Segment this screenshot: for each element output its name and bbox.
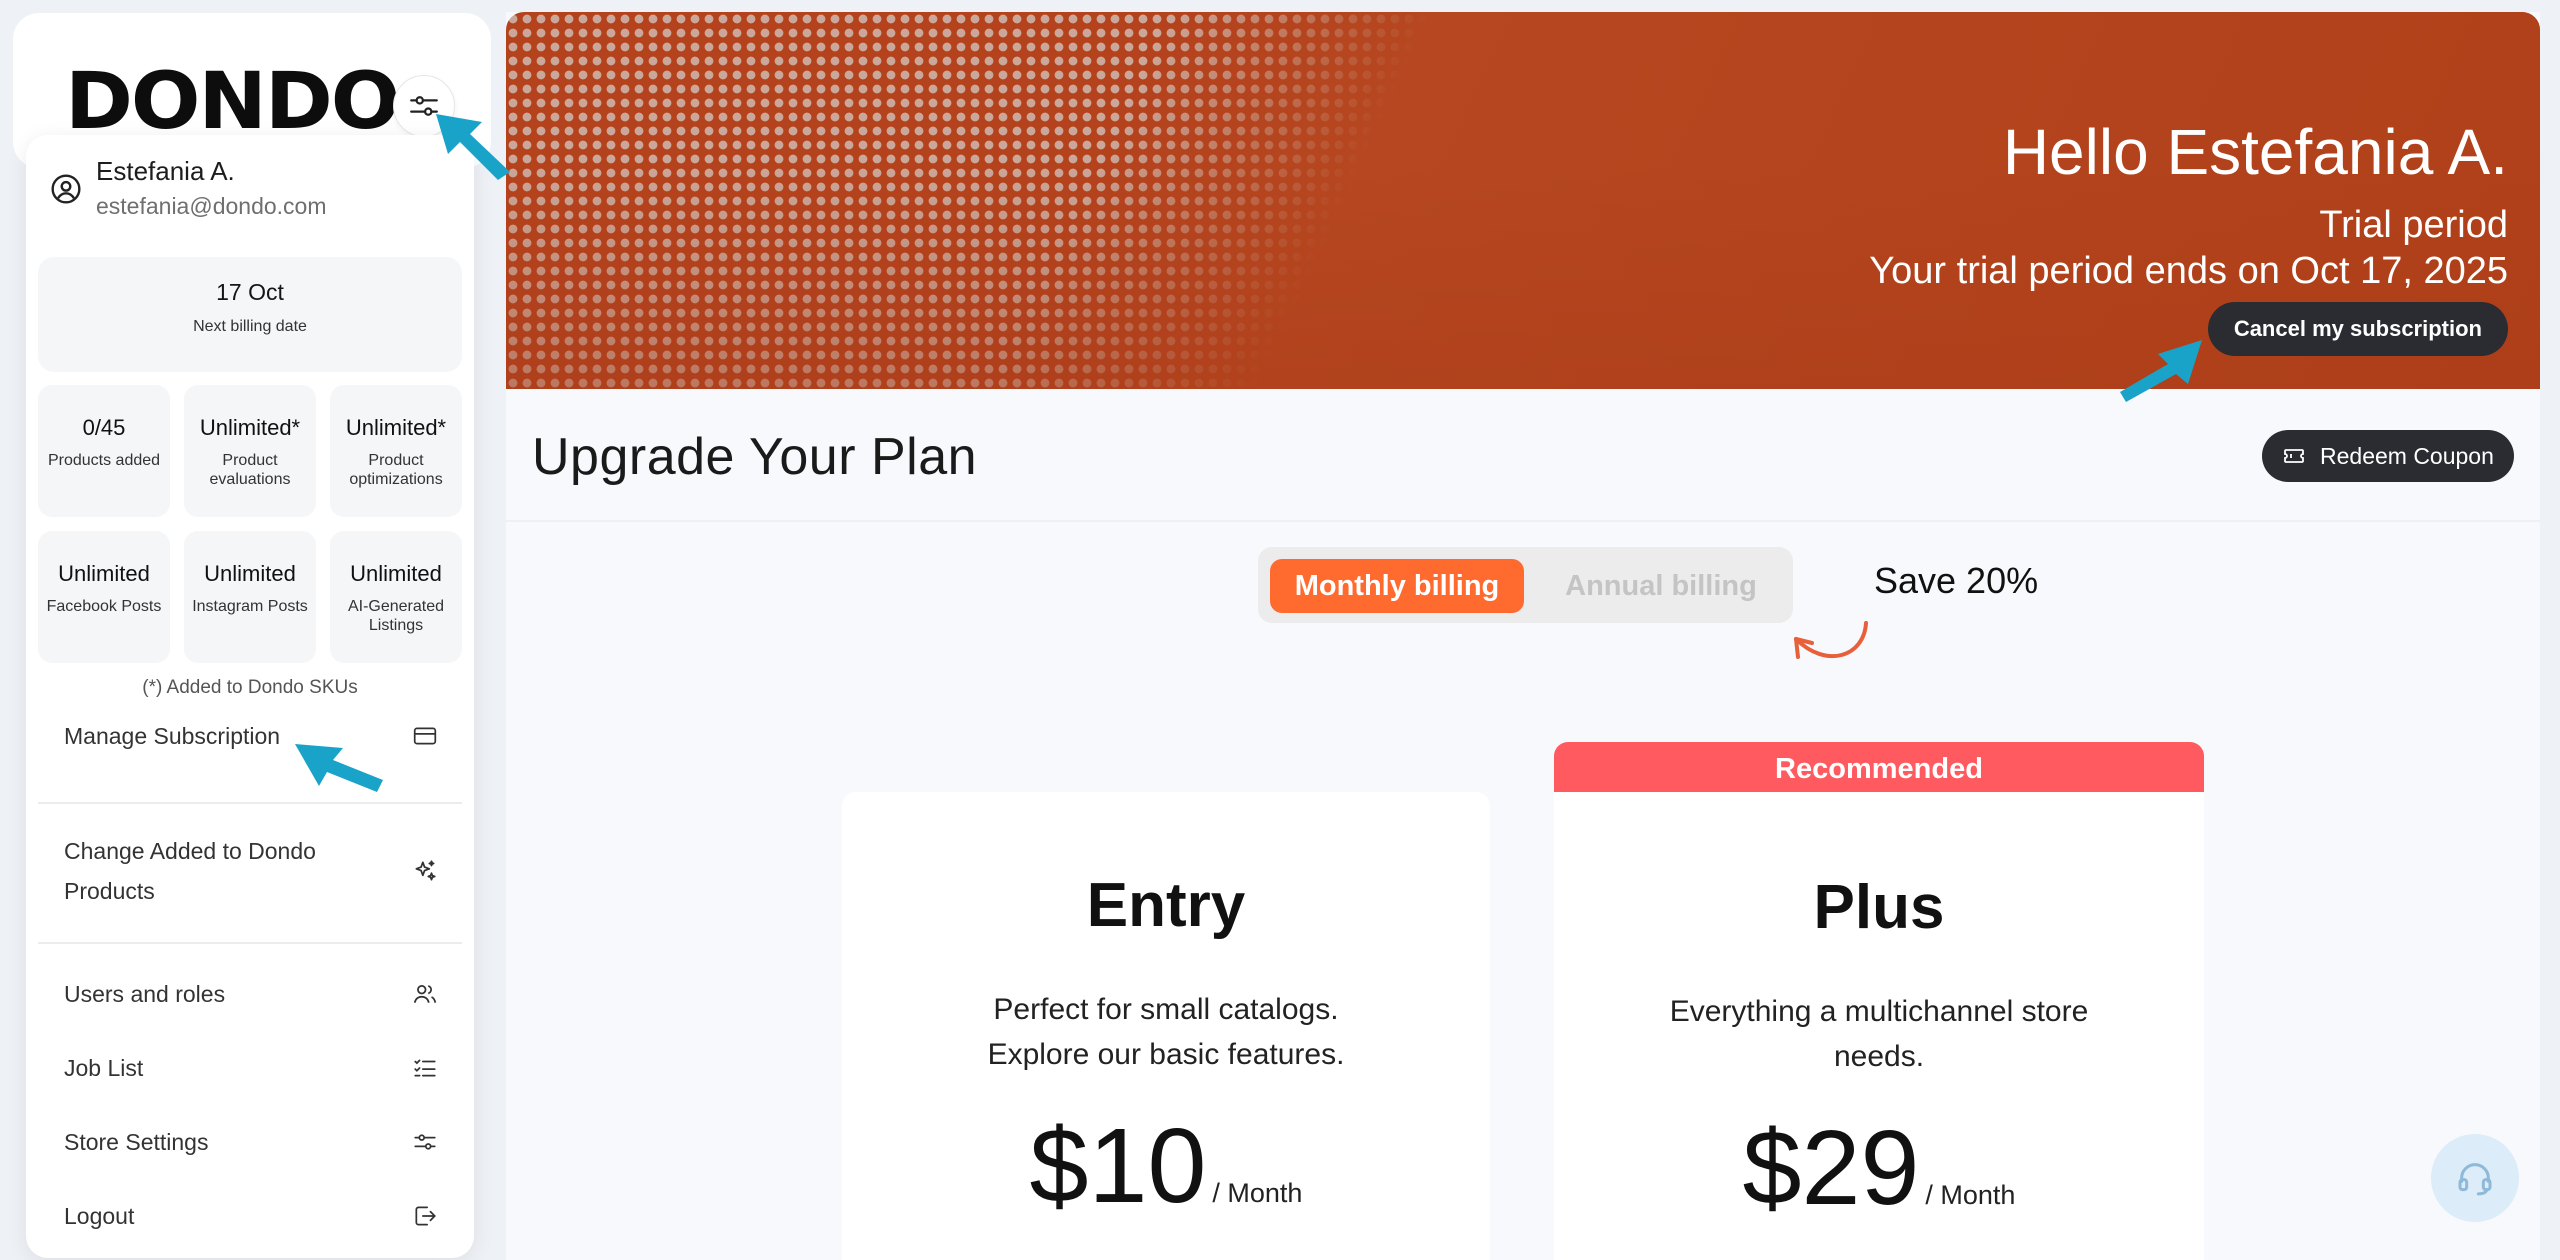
billing-info: 17 Oct Next billing date <box>38 257 462 372</box>
menu-item-store-settings[interactable]: Store Settings <box>38 1121 462 1163</box>
stat-tile: Unlimited Facebook Posts <box>38 531 170 663</box>
curved-arrow-icon <box>1794 621 1868 659</box>
welcome-banner: Hello Estefania A. Trial period Your tri… <box>506 12 2540 389</box>
ticket-icon <box>2284 449 2304 463</box>
divider <box>506 520 2540 522</box>
annotation-arrow-icon <box>2120 340 2202 402</box>
headset-icon <box>2458 1163 2492 1196</box>
billing-date: 17 Oct <box>216 279 284 305</box>
stat-value: Unlimited* <box>199 415 301 440</box>
stat-value: 0/45 <box>82 415 126 440</box>
plan-card-entry: Entry Perfect for small catalogs. Explor… <box>842 792 1490 1260</box>
price-period: / Month <box>1212 1178 1303 1208</box>
price-period: / Month <box>1925 1180 2016 1210</box>
banner-text: Hello Estefania A. Trial period Your tri… <box>1869 120 2508 290</box>
save-label: Save 20% <box>1874 560 2039 601</box>
plan-description: Perfect for small catalogs. Explore our … <box>987 993 1345 1071</box>
menu-item-label: Change Added to Dondo Products <box>64 837 316 904</box>
sku-note: (*) Added to Dondo SKUs <box>142 677 358 698</box>
price-amount: $29 <box>1742 1109 1920 1227</box>
menu-item-label: Logout <box>64 1202 135 1229</box>
divider <box>38 942 462 944</box>
plan-name: Entry <box>1086 871 1246 940</box>
stat-tile: Unlimited* Product evaluations <box>184 385 316 517</box>
price-amount: $10 <box>1029 1107 1207 1225</box>
trial-end-text: Your trial period ends on Oct 17, 2025 <box>1869 250 2508 292</box>
menu-item-label: Store Settings <box>64 1128 209 1155</box>
stat-label: Products added <box>47 452 161 469</box>
stat-tile: Unlimited Instagram Posts <box>184 531 316 663</box>
users-icon <box>413 985 437 1003</box>
stat-label: Instagram Posts <box>192 598 308 615</box>
stat-value: Unlimited <box>204 561 296 586</box>
menu-item-job-list[interactable]: Job List <box>38 1047 462 1089</box>
plan-price: $29 / Month <box>1554 1115 2204 1221</box>
sparkles-icon <box>415 860 436 881</box>
dondo-logo: DONDO <box>65 57 400 147</box>
settings-sliders-icon <box>414 1134 436 1150</box>
plan-name: Plus <box>1813 873 1945 942</box>
subscription-status: Trial period <box>2319 204 2508 246</box>
stat-value: Unlimited <box>350 561 442 586</box>
account-menu: Estefania A. estefania@dondo.com 17 Oct … <box>26 135 474 1258</box>
stat-tile: Unlimited* Product optimizations <box>330 385 462 517</box>
stat-label: Product evaluations <box>209 452 291 489</box>
stat-tile: 0/45 Products added <box>38 385 170 517</box>
menu-item-label: Manage Subscription <box>64 722 281 749</box>
billing-period-toggle: Monthly billing Annual billing <box>1258 547 1793 623</box>
user-circle-icon <box>51 174 81 204</box>
menu-item-logout[interactable]: Logout <box>38 1195 462 1237</box>
menu-item-label: Users and roles <box>64 980 226 1007</box>
menu-item-users-roles[interactable]: Users and roles <box>38 973 462 1015</box>
stat-label: Facebook Posts <box>46 598 162 615</box>
credit-card-icon <box>413 727 437 745</box>
checklist-icon <box>414 1059 436 1077</box>
stat-label: AI-Generated Listings <box>347 598 445 635</box>
menu-item-label: Job List <box>64 1054 144 1081</box>
stat-tile: Unlimited AI-Generated Listings <box>330 531 462 663</box>
main-content: Hello Estefania A. Trial period Your tri… <box>506 12 2540 1260</box>
redeem-coupon-label: Redeem Coupon <box>2320 442 2494 469</box>
user-info: Estefania A. estefania@dondo.com <box>50 156 327 220</box>
stat-value: Unlimited <box>58 561 150 586</box>
stat-value: Unlimited* <box>345 415 447 440</box>
menu-item-change-products[interactable]: Change Added to Dondo Products <box>38 828 462 914</box>
menu-item-manage-subscription[interactable]: Manage Subscription <box>38 715 462 757</box>
redeem-coupon-button[interactable]: Redeem Coupon <box>2262 430 2514 482</box>
stat-label: Product optimizations <box>349 452 443 489</box>
annotation-arrow-icon <box>436 114 510 180</box>
monthly-billing-option[interactable]: Monthly billing <box>1270 559 1524 613</box>
logout-icon <box>415 1206 436 1226</box>
recommended-badge: Recommended <box>1554 742 2204 796</box>
user-email: estefania@dondo.com <box>96 192 327 219</box>
user-name: Estefania A. <box>96 156 235 186</box>
cancel-subscription-button[interactable]: Cancel my subscription <box>2207 302 2508 356</box>
usage-stats: 0/45 Products added Unlimited* Product e… <box>38 385 462 663</box>
plan-price: $10 / Month <box>842 1113 1490 1219</box>
divider <box>38 802 462 804</box>
support-chat-button[interactable] <box>2431 1134 2519 1222</box>
greeting: Hello Estefania A. <box>2002 116 2508 188</box>
plan-card-plus: Plus Everything a multichannel store nee… <box>1554 792 2204 1260</box>
annotation-arrow-icon <box>295 744 383 792</box>
page-title: Upgrade Your Plan <box>532 428 978 486</box>
plan-description: Everything a multichannel store needs. <box>1669 995 2089 1073</box>
billing-label: Next billing date <box>193 318 307 335</box>
annual-billing-option[interactable]: Annual billing <box>1546 559 1776 613</box>
